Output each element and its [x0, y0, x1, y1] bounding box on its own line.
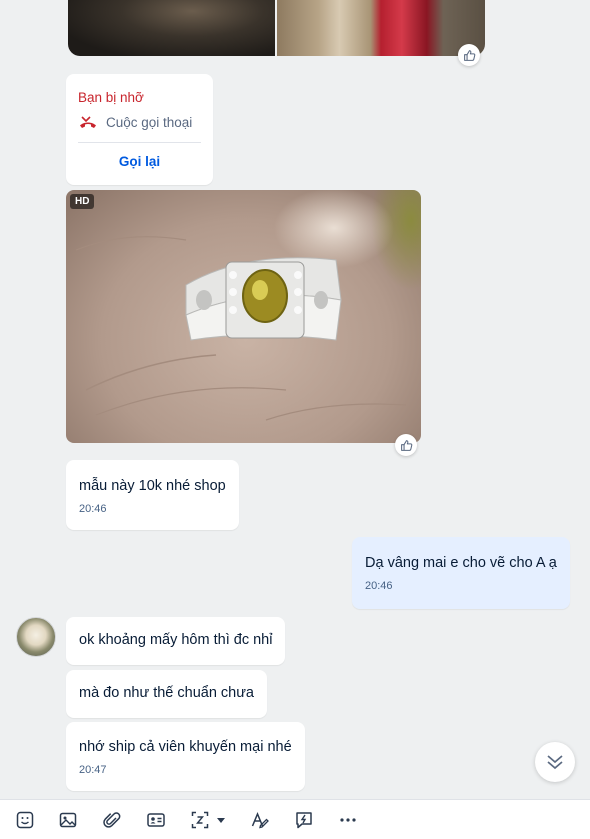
screenshot-icon — [191, 811, 209, 829]
attachment-icon — [103, 812, 121, 828]
missed-call-title: Bạn bị nhỡ — [78, 90, 144, 105]
quick-message-icon — [296, 812, 312, 829]
sticker-button[interactable] — [14, 809, 36, 831]
dropdown-caret-icon — [217, 818, 225, 823]
thumbs-up-icon — [400, 439, 412, 451]
avatar[interactable] — [16, 617, 56, 657]
message-text: mà đo như thế chuẩn chưa — [79, 685, 254, 701]
photo-right[interactable] — [277, 0, 485, 56]
screenshot-button[interactable] — [189, 809, 211, 831]
scroll-to-bottom-button[interactable] — [535, 742, 575, 782]
divider — [78, 142, 201, 143]
double-chevron-down-icon — [547, 755, 563, 770]
message-time: 20:46 — [365, 580, 393, 592]
text-format-icon — [251, 812, 269, 829]
attachment-button[interactable] — [101, 809, 123, 831]
composer-toolbar — [0, 799, 590, 839]
ring-photo-illustration — [75, 236, 407, 421]
image-icon — [59, 812, 77, 828]
text-format-button[interactable] — [249, 809, 271, 831]
message-text: mẫu này 10k nhé shop — [79, 478, 226, 494]
missed-call-icon — [80, 115, 96, 128]
hd-badge: HD — [70, 194, 95, 209]
photo-pair-message[interactable] — [68, 0, 485, 56]
message-text: nhớ ship cả viên khuyến mại nhé — [79, 739, 292, 755]
quick-message-button[interactable] — [293, 809, 315, 831]
message-text: ok khoảng mấy hôm thì đc nhỉ — [79, 632, 273, 648]
message-bubble[interactable]: ok khoảng mấy hôm thì đc nhỉ — [66, 617, 286, 665]
like-button[interactable] — [395, 434, 417, 456]
message-bubble[interactable]: nhớ ship cả viên khuyến mại nhé 20:47 — [66, 722, 305, 791]
message-time: 20:46 — [79, 503, 107, 515]
more-icon — [340, 818, 356, 822]
photo-left[interactable] — [68, 0, 275, 56]
like-button[interactable] — [458, 44, 480, 66]
call-back-button[interactable]: Gọi lại — [78, 154, 201, 169]
contact-card-button[interactable] — [145, 809, 167, 831]
sticker-icon — [16, 811, 34, 829]
message-bubble-outgoing[interactable]: Dạ vâng mai e cho vẽ cho A ạ 20:46 — [352, 537, 570, 609]
message-bubble[interactable]: mẫu này 10k nhé shop 20:46 — [66, 460, 239, 530]
contact-card-icon — [147, 813, 165, 827]
call-type-label: Cuộc gọi thoại — [106, 115, 193, 130]
more-button[interactable] — [337, 809, 359, 831]
message-text: Dạ vâng mai e cho vẽ cho A ạ — [365, 555, 557, 571]
screenshot-options-dropdown[interactable] — [214, 809, 228, 831]
message-time: 20:47 — [79, 764, 107, 776]
image-button[interactable] — [57, 809, 79, 831]
thumbs-up-icon — [463, 49, 475, 61]
ring-image-message[interactable]: HD — [66, 190, 421, 443]
message-bubble[interactable]: mà đo như thế chuẩn chưa — [66, 670, 267, 718]
missed-call-card: Bạn bị nhỡ Cuộc gọi thoại Gọi lại — [66, 74, 213, 185]
